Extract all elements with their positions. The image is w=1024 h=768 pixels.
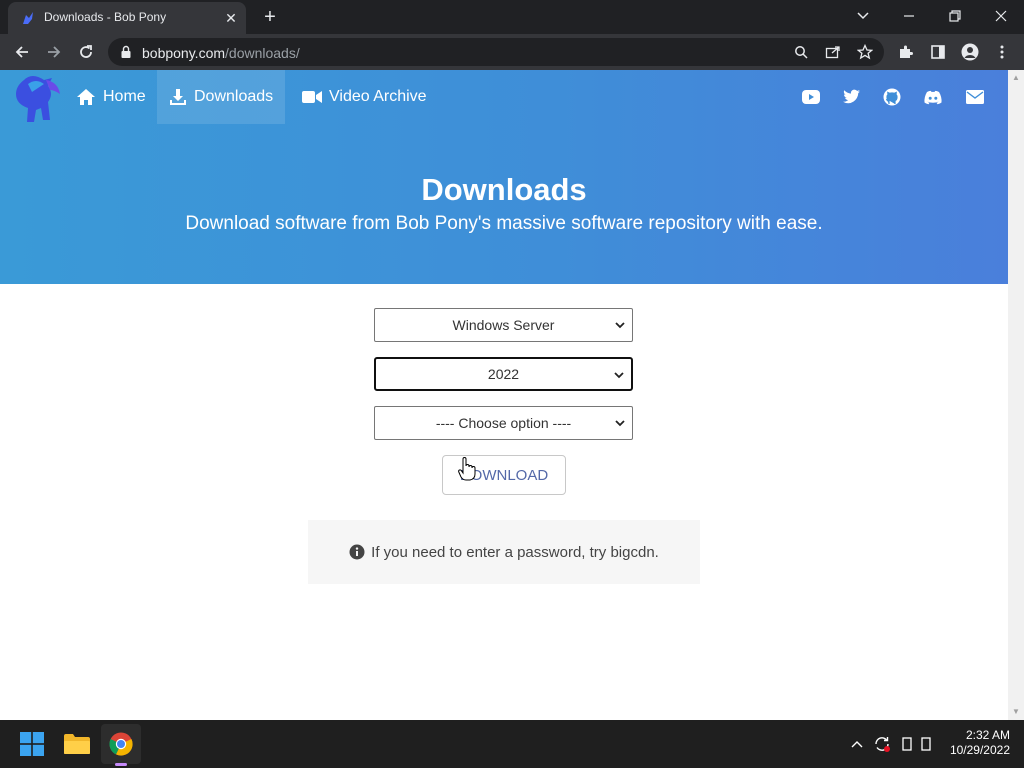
nav-home[interactable]: Home	[64, 70, 158, 124]
share-icon[interactable]	[824, 43, 842, 61]
address-bar[interactable]: bobpony.com/downloads/	[108, 38, 884, 66]
tab-title: Downloads - Bob Pony	[44, 10, 167, 24]
tab-close-icon[interactable]: ✕	[222, 9, 240, 27]
option-select[interactable]: ---- Choose option ----	[374, 406, 633, 440]
browser-toolbar: bobpony.com/downloads/	[0, 34, 1024, 70]
github-icon[interactable]	[882, 87, 902, 107]
product-select-value: Windows Server	[452, 317, 555, 333]
scroll-down-icon[interactable]: ▼	[1012, 708, 1020, 716]
hand-cursor-icon	[458, 457, 476, 481]
network-icon[interactable]	[897, 734, 917, 754]
video-camera-icon	[302, 90, 322, 104]
browser-tab[interactable]: Downloads - Bob Pony ✕	[8, 2, 246, 34]
tab-strip: Downloads - Bob Pony ✕ +	[0, 0, 1024, 34]
twitter-icon[interactable]	[842, 87, 862, 107]
back-button[interactable]	[10, 40, 34, 64]
nav-video-archive[interactable]: Video Archive	[290, 70, 439, 124]
chevron-down-icon	[615, 420, 625, 427]
nav-downloads-label: Downloads	[194, 88, 274, 105]
profile-avatar-icon[interactable]	[958, 40, 982, 64]
chrome-menu-icon[interactable]	[990, 40, 1014, 64]
clock-date: 10/29/2022	[949, 743, 1010, 757]
version-select-value: 2022	[487, 366, 520, 382]
home-icon	[76, 88, 96, 106]
chrome-taskbar-icon[interactable]	[101, 724, 141, 766]
file-explorer-icon[interactable]	[57, 724, 97, 764]
minimize-button[interactable]	[894, 4, 924, 30]
nav-video-archive-label: Video Archive	[329, 88, 427, 105]
page-title: Downloads	[421, 172, 587, 207]
forward-button[interactable]	[42, 40, 66, 64]
page-subtitle: Download software from Bob Pony's massiv…	[185, 213, 823, 234]
system-clock[interactable]: 2:32 AM 10/29/2022	[950, 728, 1010, 758]
volume-icon[interactable]	[916, 734, 936, 754]
info-icon	[349, 544, 365, 560]
new-tab-button[interactable]: +	[258, 6, 282, 30]
close-window-button[interactable]	[986, 4, 1016, 30]
site-navbar: Home Downloads Video Archive	[0, 70, 1008, 124]
side-panel-icon[interactable]	[926, 40, 950, 64]
scroll-up-icon[interactable]: ▲	[1012, 74, 1020, 82]
youtube-icon[interactable]	[801, 87, 821, 107]
mail-icon[interactable]	[965, 87, 985, 107]
bob-pony-favicon-icon	[23, 12, 33, 24]
nav-home-label: Home	[103, 88, 146, 105]
extensions-icon[interactable]	[894, 40, 918, 64]
page-viewport: Home Downloads Video Archive Downloads D…	[0, 70, 1008, 720]
bob-pony-logo[interactable]	[10, 74, 64, 124]
chevron-down-icon	[614, 372, 624, 379]
taskbar: 2:32 AM 10/29/2022	[0, 720, 1024, 768]
bookmark-star-icon[interactable]	[856, 43, 874, 61]
sync-icon[interactable]	[872, 734, 892, 754]
discord-icon[interactable]	[923, 87, 943, 107]
url-text: bobpony.com/downloads/	[142, 45, 300, 61]
nav-downloads[interactable]: Downloads	[157, 70, 286, 124]
page-scrollbar[interactable]: ▲ ▼	[1008, 70, 1024, 720]
option-select-value: ---- Choose option ----	[435, 415, 572, 431]
product-select[interactable]: Windows Server	[374, 308, 633, 342]
tab-search-icon[interactable]	[848, 4, 878, 30]
password-notice: If you need to enter a password, try big…	[308, 520, 700, 584]
windows-start-icon[interactable]	[12, 724, 52, 764]
hero-banner: Home Downloads Video Archive Downloads D…	[0, 70, 1008, 284]
chevron-up-icon[interactable]	[847, 734, 867, 754]
clock-time: 2:32 AM	[965, 728, 1010, 742]
chevron-down-icon	[615, 322, 625, 329]
version-select[interactable]: 2022	[374, 357, 633, 391]
zoom-search-icon[interactable]	[792, 43, 810, 61]
lock-icon	[121, 45, 131, 58]
reload-button[interactable]	[74, 40, 98, 64]
download-icon	[169, 88, 187, 106]
restore-button[interactable]	[940, 4, 970, 30]
notice-text: If you need to enter a password, try big…	[371, 543, 659, 561]
